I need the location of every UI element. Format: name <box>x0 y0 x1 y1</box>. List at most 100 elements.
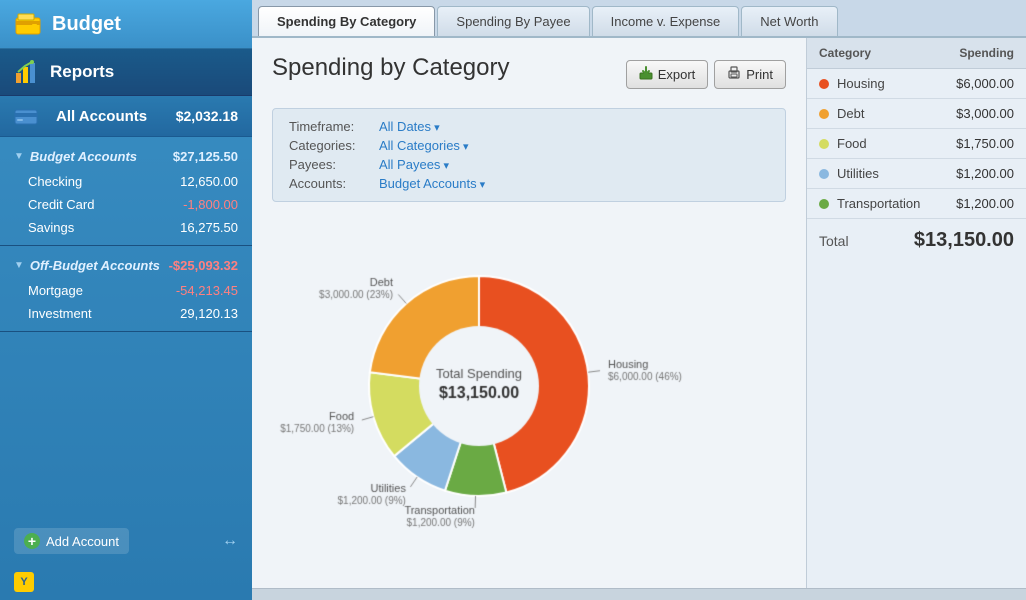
category-dot <box>819 199 829 209</box>
add-account-button[interactable]: + Add Account <box>14 528 129 554</box>
filter-payees: Payees: All Payees <box>289 157 769 172</box>
off-budget-triangle-icon: ▼ <box>14 260 24 271</box>
budget-accounts-title: Budget Accounts <box>30 149 137 164</box>
report-title: Spending by Category <box>272 54 510 82</box>
budget-triangle-icon: ▼ <box>14 151 24 162</box>
categories-dropdown[interactable]: All Categories <box>379 138 469 153</box>
budget-icon <box>14 10 42 38</box>
sidebar-all-accounts[interactable]: All Accounts $2,032.18 <box>0 96 252 137</box>
category-header-spending: Spending <box>959 46 1014 60</box>
account-investment-name: Investment <box>28 306 92 321</box>
sidebar: Budget Reports <box>0 0 252 600</box>
category-panel-header: Category Spending <box>807 38 1026 69</box>
sidebar-bottom: Y <box>0 564 252 600</box>
account-checking[interactable]: Checking 12,650.00 <box>0 170 252 193</box>
tab-spending-by-payee[interactable]: Spending By Payee <box>437 6 589 36</box>
chart-area <box>272 216 786 556</box>
category-dot <box>819 169 829 179</box>
all-accounts-icon <box>14 104 38 128</box>
off-budget-accounts-header[interactable]: ▼ Off-Budget Accounts -$25,093.32 <box>0 252 252 279</box>
account-checking-amount: 12,650.00 <box>180 174 238 189</box>
all-accounts-amount: $2,032.18 <box>176 108 238 124</box>
category-amount: $3,000.00 <box>956 106 1014 121</box>
category-name: Transportation <box>837 196 920 211</box>
category-name: Housing <box>837 76 885 91</box>
tab-bar: Spending By Category Spending By Payee I… <box>252 0 1026 38</box>
sidebar-footer: + Add Account ↔ <box>0 518 252 564</box>
budget-accounts-amount: $27,125.50 <box>173 149 238 164</box>
account-investment-amount: 29,120.13 <box>180 306 238 321</box>
categories-label: Categories: <box>289 138 379 153</box>
total-amount: $13,150.00 <box>914 229 1014 252</box>
category-amount: $6,000.00 <box>956 76 1014 91</box>
print-button[interactable]: Print <box>714 60 786 89</box>
category-total: Total $13,150.00 <box>807 219 1026 262</box>
category-dot <box>819 79 829 89</box>
account-savings-amount: 16,275.50 <box>180 220 238 235</box>
account-investment[interactable]: Investment 29,120.13 <box>0 302 252 325</box>
export-icon <box>639 66 653 83</box>
filter-accounts: Accounts: Budget Accounts <box>289 176 769 191</box>
account-credit-card-name: Credit Card <box>28 197 94 212</box>
off-budget-accounts-section: ▼ Off-Budget Accounts -$25,093.32 Mortga… <box>0 246 252 332</box>
budget-accounts-header[interactable]: ▼ Budget Accounts $27,125.50 <box>0 143 252 170</box>
filter-categories: Categories: All Categories <box>289 138 769 153</box>
add-account-label: Add Account <box>46 534 119 549</box>
category-row: Transportation $1,200.00 <box>807 189 1026 219</box>
filter-box: Timeframe: All Dates Categories: All Cat… <box>272 108 786 202</box>
category-name: Debt <box>837 106 864 121</box>
category-dot <box>819 109 829 119</box>
print-label: Print <box>746 67 773 82</box>
category-panel: Category Spending Housing $6,000.00 Debt… <box>806 38 1026 588</box>
off-budget-accounts-amount: -$25,093.32 <box>169 258 238 273</box>
tab-income-v-expense[interactable]: Income v. Expense <box>592 6 740 36</box>
report-actions: Export Print <box>626 60 786 89</box>
category-row: Housing $6,000.00 <box>807 69 1026 99</box>
account-mortgage[interactable]: Mortgage -54,213.45 <box>0 279 252 302</box>
timeframe-label: Timeframe: <box>289 119 379 134</box>
donut-canvas <box>279 236 779 536</box>
account-checking-name: Checking <box>28 174 82 189</box>
content-area: Spending by Category Export <box>252 38 1026 588</box>
filter-timeframe: Timeframe: All Dates <box>289 119 769 134</box>
payees-label: Payees: <box>289 157 379 172</box>
category-row: Utilities $1,200.00 <box>807 159 1026 189</box>
scrollbar[interactable] <box>252 588 1026 600</box>
sidebar-reports[interactable]: Reports <box>0 49 252 96</box>
export-button[interactable]: Export <box>626 60 709 89</box>
account-mortgage-amount: -54,213.45 <box>176 283 238 298</box>
export-label: Export <box>658 67 696 82</box>
plus-icon: + <box>24 533 40 549</box>
category-name: Utilities <box>837 166 879 181</box>
category-amount: $1,200.00 <box>956 196 1014 211</box>
budget-label: Budget <box>52 13 121 36</box>
category-dot <box>819 139 829 149</box>
off-budget-accounts-title: Off-Budget Accounts <box>30 258 160 273</box>
account-credit-card[interactable]: Credit Card -1,800.00 <box>0 193 252 216</box>
payees-dropdown[interactable]: All Payees <box>379 157 449 172</box>
account-credit-card-amount: -1,800.00 <box>183 197 238 212</box>
category-amount: $1,200.00 <box>956 166 1014 181</box>
account-savings-name: Savings <box>28 220 74 235</box>
account-mortgage-name: Mortgage <box>28 283 83 298</box>
tab-net-worth[interactable]: Net Worth <box>741 6 837 36</box>
timeframe-dropdown[interactable]: All Dates <box>379 119 440 134</box>
ynab-logo[interactable]: Y <box>14 572 34 592</box>
total-label: Total <box>819 233 849 249</box>
sidebar-budget[interactable]: Budget <box>0 0 252 49</box>
budget-accounts-section: ▼ Budget Accounts $27,125.50 Checking 12… <box>0 137 252 246</box>
all-accounts-label: All Accounts <box>56 108 147 125</box>
reports-label: Reports <box>50 62 114 82</box>
account-savings[interactable]: Savings 16,275.50 <box>0 216 252 239</box>
category-row: Debt $3,000.00 <box>807 99 1026 129</box>
report-panel: Spending by Category Export <box>252 38 806 588</box>
category-name: Food <box>837 136 867 151</box>
accounts-label: Accounts: <box>289 176 379 191</box>
category-row: Food $1,750.00 <box>807 129 1026 159</box>
category-amount: $1,750.00 <box>956 136 1014 151</box>
main-content: Spending By Category Spending By Payee I… <box>252 0 1026 600</box>
tab-spending-by-category[interactable]: Spending By Category <box>258 6 435 36</box>
accounts-dropdown[interactable]: Budget Accounts <box>379 176 485 191</box>
arrows-icon[interactable]: ↔ <box>222 532 238 550</box>
reports-icon <box>14 59 40 85</box>
